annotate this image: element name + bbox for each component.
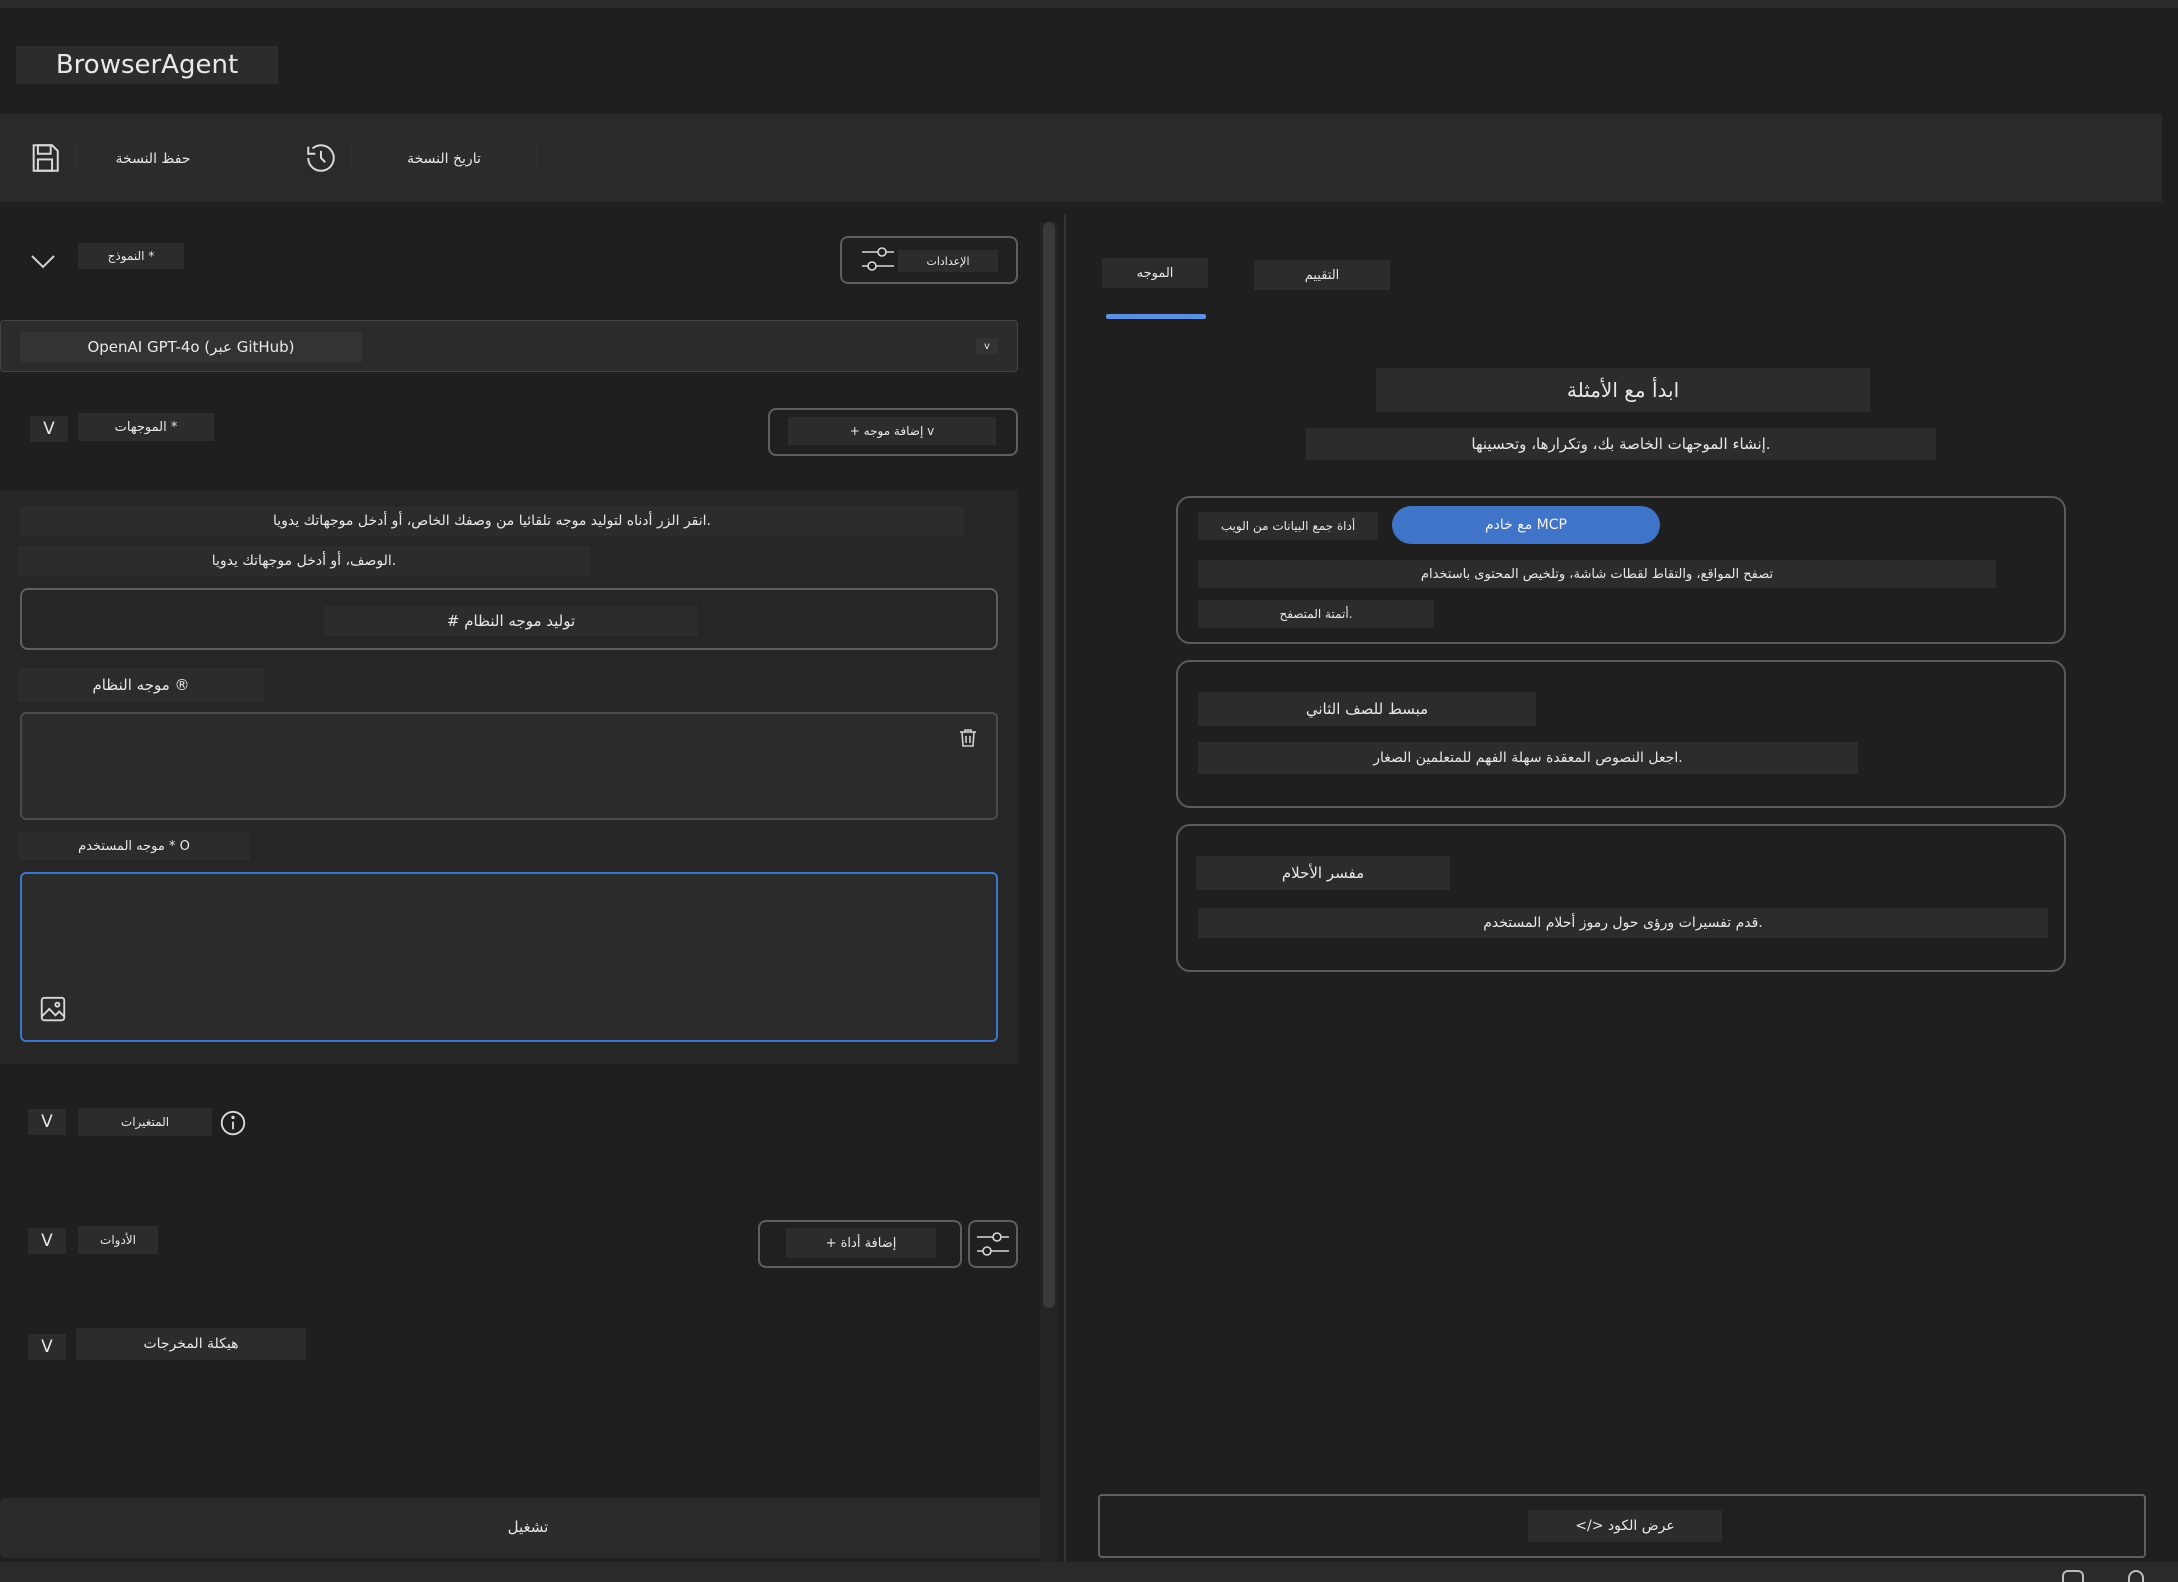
- tab-evaluation[interactable]: التقييم: [1254, 260, 1390, 290]
- system-prompt-input[interactable]: [20, 712, 998, 820]
- card-description: قدم تفسيرات ورؤى حول رموز أحلام المستخدم…: [1198, 908, 2048, 938]
- chevron-down-icon[interactable]: [28, 250, 58, 272]
- card-title: مبسط للصف الثاني: [1198, 692, 1536, 726]
- examples-title: ابدأ مع الأمثلة: [1376, 368, 1870, 412]
- trash-icon[interactable]: [956, 726, 980, 750]
- sliders-icon: [975, 1228, 1011, 1260]
- variables-collapse-button[interactable]: V: [28, 1109, 66, 1135]
- save-version-button[interactable]: حفظ النسخة: [73, 144, 233, 174]
- output-structure-label: هيكلة المخرجات: [76, 1328, 306, 1360]
- select-dropdown-icon: v: [976, 338, 998, 354]
- example-card-dream-interpreter[interactable]: [1176, 824, 2066, 972]
- view-code-label: </> عرض الكود: [1528, 1510, 1722, 1542]
- model-select-value: OpenAI GPT-4o (عبر GitHub): [20, 332, 362, 362]
- model-label: النموذج *: [78, 243, 184, 269]
- run-button[interactable]: تشغيل: [478, 1510, 578, 1544]
- user-prompt-input[interactable]: [20, 872, 998, 1042]
- info-icon[interactable]: [218, 1108, 248, 1138]
- tab-prompt-underline: [1106, 314, 1206, 319]
- app-title: BrowserAgent: [16, 46, 278, 84]
- tools-label: الأدوات: [78, 1226, 158, 1254]
- prompts-collapse-button[interactable]: V: [30, 416, 68, 442]
- tools-collapse-button[interactable]: V: [28, 1228, 66, 1254]
- generate-system-prompt-label: # توليد موجه النظام: [324, 606, 698, 636]
- mcp-server-pill[interactable]: مع خادم MCP: [1392, 506, 1660, 544]
- user-prompt-label: موجه المستخدم * O: [18, 832, 250, 860]
- settings-label: الإعدادات: [898, 250, 998, 272]
- sliders-icon: [860, 243, 896, 275]
- status-icon[interactable]: [2128, 1570, 2144, 1582]
- add-tool-label: + إضافة أداة: [786, 1228, 936, 1258]
- version-history-button[interactable]: تاريخ النسخة: [349, 144, 539, 174]
- left-scrollbar-thumb[interactable]: [1043, 222, 1055, 1308]
- variables-label: المتغيرات: [78, 1108, 212, 1136]
- pane-divider[interactable]: [1064, 214, 1066, 1562]
- prompt-hint-text-2: الوصف، أو أدخل موجهاتك يدويا.: [18, 546, 590, 576]
- top-strip: [0, 0, 2178, 8]
- card-description: تصفح المواقع، والتقاط لقطات شاشة، وتلخيص…: [1198, 560, 1996, 588]
- system-prompt-label: موجه النظام ®: [18, 668, 264, 702]
- prompt-hint-text: انقر الزر أدناه لتوليد موجه تلقائيا من و…: [20, 506, 964, 536]
- prompts-label: الموجهات *: [78, 413, 214, 441]
- history-icon[interactable]: [304, 141, 338, 175]
- output-collapse-button[interactable]: V: [28, 1334, 66, 1360]
- example-card-grade-simplifier[interactable]: [1176, 660, 2066, 808]
- card-description: اجعل النصوص المعقدة سهلة الفهم للمتعلمين…: [1198, 742, 1858, 774]
- tab-prompt[interactable]: الموجه: [1102, 258, 1208, 288]
- image-icon[interactable]: [38, 994, 68, 1024]
- add-prompt-label: + إضافة موجه v: [788, 417, 996, 445]
- card-title: مفسر الأحلام: [1196, 856, 1450, 890]
- card-description-2: أتمتة المتصفح.: [1198, 600, 1434, 628]
- card-tag: أداة جمع البيانات من الويب: [1198, 512, 1378, 540]
- status-icon[interactable]: [2062, 1570, 2084, 1582]
- status-bar: [0, 1562, 2178, 1582]
- save-icon[interactable]: [28, 141, 62, 175]
- examples-subtitle: إنشاء الموجهات الخاصة بك، وتكرارها، وتحس…: [1306, 428, 1936, 460]
